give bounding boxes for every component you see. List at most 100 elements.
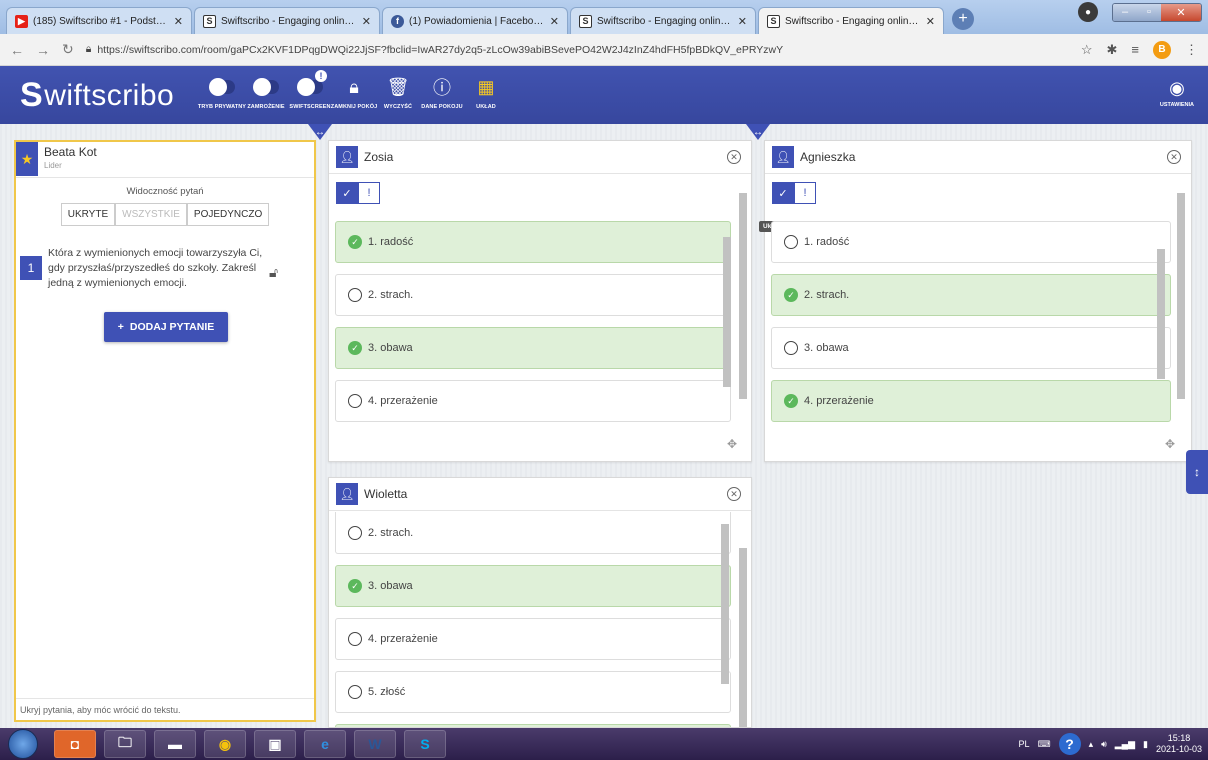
swiftscribo-logo[interactable]: Swiftscribo xyxy=(20,76,174,115)
answer-option[interactable]: 2. strach. xyxy=(335,274,731,316)
move-icon[interactable]: ✥ xyxy=(1165,437,1175,451)
new-tab-button[interactable]: + xyxy=(952,8,974,30)
visibility-all-option[interactable]: WSZYSTKIE xyxy=(115,203,187,226)
forward-icon[interactable]: → xyxy=(36,42,50,58)
back-icon[interactable]: ← xyxy=(10,42,24,58)
radio-icon xyxy=(348,632,362,646)
swiftscreen-toggle[interactable]: ! SWIFTSCREEN xyxy=(288,70,332,110)
file-explorer-icon[interactable]: 🗀︎ xyxy=(104,730,146,758)
bookmark-star-icon[interactable]: ☆ xyxy=(1081,42,1093,58)
maximize-button[interactable]: ▫ xyxy=(1137,3,1161,21)
tab-close-icon[interactable]: ✕ xyxy=(738,15,747,28)
tab-close-icon[interactable]: ✕ xyxy=(174,15,183,28)
add-question-button[interactable]: + DODAJ PYTANIE xyxy=(104,312,228,342)
language-indicator[interactable]: PL xyxy=(1019,739,1030,749)
system-tray: PL ⌨ ? ▴ 🔊︎ ▂▄▆ ▮ 15:18 2021-10-03 xyxy=(1019,728,1202,760)
close-window-button[interactable]: ✕ xyxy=(1161,3,1201,21)
reading-list-icon[interactable]: ≡ xyxy=(1131,42,1139,57)
settings-button[interactable]: ◉ USTAWIENIA xyxy=(1160,78,1194,108)
window-controls: ● – ▫ ✕ xyxy=(1078,2,1202,22)
scrollbar[interactable] xyxy=(1157,249,1165,379)
close-icon[interactable]: ✕ xyxy=(1167,150,1181,164)
extension-icon[interactable]: ✱ xyxy=(1107,42,1118,58)
lock-room-button[interactable]: 🔒︎ ZAMKNIJ POKÓJ xyxy=(331,74,377,111)
volume-icon[interactable]: 🔊︎ xyxy=(1101,739,1107,750)
start-button[interactable] xyxy=(8,729,38,759)
side-panel-handle[interactable]: ↕ xyxy=(1186,450,1208,494)
menu-icon[interactable]: ⋮ xyxy=(1185,42,1198,58)
close-icon[interactable]: ✕ xyxy=(727,150,741,164)
question-item[interactable]: 1 Która z wymienionych emocji towarzyszy… xyxy=(20,242,314,291)
internet-explorer-icon[interactable]: e xyxy=(304,730,346,758)
battery-icon[interactable]: ▮ xyxy=(1143,739,1148,750)
browser-tab-active[interactable]: S Swiftscribo - Engaging online cla ✕ xyxy=(758,7,944,34)
tray-arrow-icon[interactable]: ▴ xyxy=(1089,739,1094,750)
answer-option[interactable]: ✓ 1. radość xyxy=(335,221,731,263)
freeze-toggle[interactable]: ZAMROŻENIE xyxy=(244,74,288,110)
resize-handle[interactable]: ↔ xyxy=(308,124,332,140)
answer-option[interactable]: ✓ 2. strach. xyxy=(771,274,1171,316)
browser-tab[interactable]: ▶ (185) Swiftscribo #1 - Podstawy - ✕ xyxy=(6,7,192,34)
answer-option[interactable]: ✓ 4. przerażenie xyxy=(771,380,1171,422)
tab-title: Swiftscribo - Engaging online cla xyxy=(221,15,356,27)
user-icon: 👤︎ xyxy=(336,146,358,168)
browser-tab[interactable]: f (1) Powiadomienia | Facebook ✕ xyxy=(382,7,568,34)
profile-avatar[interactable]: B xyxy=(1153,40,1171,59)
url-field[interactable]: 🔒︎ https://swiftscribo.com/room/gaPCx2KV… xyxy=(86,43,1069,56)
student-name: Wioletta xyxy=(364,487,408,501)
answer-option[interactable]: 3. obawa xyxy=(771,327,1171,369)
move-icon[interactable]: ✥ xyxy=(727,437,737,451)
scrollbar[interactable] xyxy=(1177,193,1185,399)
visibility-single-option[interactable]: POJEDYNCZO xyxy=(186,203,270,226)
signal-icon[interactable]: ▂▄▆ xyxy=(1115,739,1135,750)
word-icon[interactable]: W xyxy=(354,730,396,758)
tab-close-icon[interactable]: ✕ xyxy=(362,15,371,28)
private-mode-toggle[interactable]: TRYB PRYWATNY xyxy=(198,74,246,110)
show-answers-toggle[interactable]: ✓ xyxy=(772,182,794,204)
room-info-button[interactable]: ⓘ DANE POKOJU xyxy=(420,74,464,110)
taskbar-app[interactable]: ◘ xyxy=(54,730,96,758)
chrome-icon[interactable]: ◉ xyxy=(204,730,246,758)
answer-option[interactable]: 1. radość xyxy=(771,221,1171,263)
media-icon[interactable]: ▬ xyxy=(154,730,196,758)
toolbar: TRYB PRYWATNY ZAMROŻENIE ! SWIFTSCREEN 🔒… xyxy=(198,70,508,111)
hp-icon[interactable]: ▣ xyxy=(254,730,296,758)
reload-icon[interactable]: ↻ xyxy=(62,41,74,58)
panel-footer-hint: Ukryj pytania, aby móc wrócić do tekstu. xyxy=(16,698,314,720)
minimize-button[interactable]: – xyxy=(1113,3,1137,21)
browser-tab[interactable]: S Swiftscribo - Engaging online cla ✕ xyxy=(194,7,380,34)
answer-option[interactable]: 5. złość xyxy=(335,671,731,713)
close-icon[interactable]: ✕ xyxy=(727,487,741,501)
scrollbar[interactable] xyxy=(739,548,747,727)
answer-option[interactable]: ✓ 3. obawa xyxy=(335,327,731,369)
tab-title: (185) Swiftscribo #1 - Podstawy - xyxy=(33,15,168,27)
answer-option[interactable]: 4. przerażenie xyxy=(335,380,731,422)
browser-tab[interactable]: S Swiftscribo - Engaging online cla ✕ xyxy=(570,7,756,34)
answer-option[interactable]: 2. strach. xyxy=(335,512,731,554)
keyboard-icon[interactable]: ⌨ xyxy=(1038,739,1051,750)
answer-option[interactable]: ✓ 3. obawa xyxy=(335,565,731,607)
tab-close-icon[interactable]: ✕ xyxy=(926,15,935,28)
tab-close-icon[interactable]: ✕ xyxy=(550,15,559,28)
flag-button[interactable]: ! xyxy=(794,182,816,204)
answer-option[interactable]: 4. przerażenie xyxy=(335,618,731,660)
scrollbar[interactable] xyxy=(721,524,729,684)
scrollbar[interactable] xyxy=(723,237,731,387)
lock-icon: 🔒︎ xyxy=(85,43,92,55)
resize-handle[interactable]: ↔ xyxy=(746,124,770,140)
address-bar: ← → ↻ 🔒︎ https://swiftscribo.com/room/ga… xyxy=(0,34,1208,66)
facebook-icon: f xyxy=(391,14,404,28)
skype-icon[interactable]: S xyxy=(404,730,446,758)
clock[interactable]: 15:18 2021-10-03 xyxy=(1156,733,1202,755)
unlock-icon[interactable]: 🔓︎ xyxy=(269,264,278,291)
layout-button[interactable]: ▦ UKŁAD xyxy=(464,74,508,111)
leader-name: Beata Kot xyxy=(44,145,97,159)
show-answers-toggle[interactable]: ✓ xyxy=(336,182,358,204)
help-icon[interactable]: ? xyxy=(1058,733,1081,755)
scrollbar[interactable] xyxy=(739,193,747,399)
download-icon[interactable]: ● xyxy=(1078,2,1098,22)
visibility-hidden-option[interactable]: UKRYTE xyxy=(60,203,116,226)
clear-button[interactable]: 🗑︎ WYCZYŚĆ xyxy=(376,74,420,111)
radio-icon xyxy=(348,394,362,408)
flag-button[interactable]: ! xyxy=(358,182,380,204)
